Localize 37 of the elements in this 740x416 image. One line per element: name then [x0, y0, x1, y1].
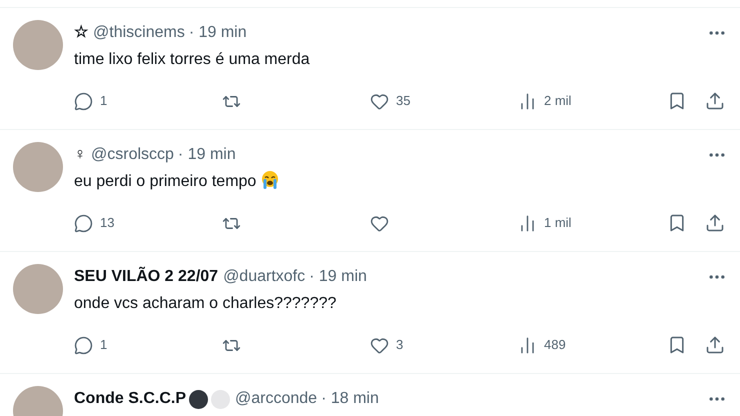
heart-icon [370, 92, 389, 110]
user-handle[interactable]: @csrolsccp [91, 143, 174, 167]
timestamp[interactable]: · 19 min [188, 21, 247, 45]
views-button[interactable]: 1 mil [518, 213, 572, 233]
heart-icon [370, 336, 389, 354]
bar-chart-icon [518, 92, 537, 110]
bar-chart-icon [518, 214, 537, 232]
tweet-text: time lixo felix torres é uma merda [74, 50, 311, 70]
crying-face-icon [260, 170, 280, 190]
share-icon[interactable] [705, 91, 725, 111]
heart-icon [370, 214, 389, 232]
like-button[interactable]: 35 [370, 91, 410, 111]
reply-button[interactable]: 13 [74, 213, 114, 233]
bar-chart-icon [518, 336, 537, 354]
reply-button[interactable]: 1 [74, 91, 108, 111]
reply-button[interactable]: 1 [74, 335, 108, 355]
speech-bubble-icon [74, 336, 93, 354]
like-button[interactable] [370, 214, 389, 232]
display-name[interactable]: SEU VILÃO 2 22/07 [74, 265, 218, 289]
tweet-text: eu perdi o primeiro tempo [74, 171, 727, 193]
share-icon[interactable] [705, 335, 725, 355]
share-icon[interactable] [705, 213, 725, 233]
views-button[interactable]: 489 [518, 335, 566, 355]
timestamp[interactable]: · 19 min [178, 143, 236, 167]
timestamp[interactable]: · 19 min [309, 265, 367, 289]
display-name[interactable]: Conde S.C.C.P [74, 387, 186, 411]
display-name[interactable]: ☆ [74, 21, 88, 45]
display-name[interactable]: ♀ [74, 143, 86, 167]
speech-bubble-icon [74, 92, 93, 110]
user-handle[interactable]: @arcconde [235, 387, 318, 411]
views-button[interactable]: 2 mil [518, 91, 572, 111]
tweet-text: onde vcs acharam o charles??????? [74, 294, 338, 314]
speech-bubble-icon [74, 214, 93, 232]
user-handle[interactable]: @duartxofc [223, 265, 306, 289]
timestamp[interactable]: · 18 min [321, 387, 379, 411]
like-button[interactable]: 3 [370, 335, 404, 355]
user-handle[interactable]: @thiscinems [93, 21, 185, 45]
